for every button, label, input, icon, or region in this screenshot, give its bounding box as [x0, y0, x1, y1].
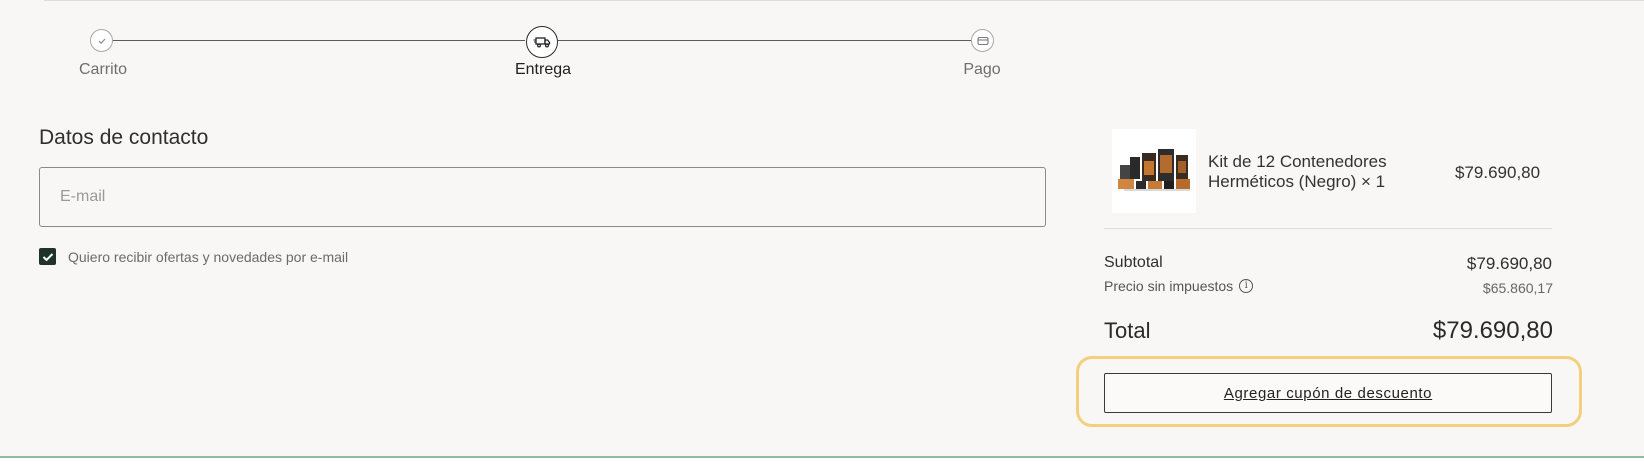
tax-row: Precio sin impuestos i: [1104, 278, 1254, 294]
tax-label: Precio sin impuestos: [1104, 278, 1234, 294]
add-coupon-button[interactable]: Agregar cupón de descuento: [1104, 373, 1552, 413]
subtotal-value: $79.690,80: [1466, 254, 1552, 273]
step-label-pago: Pago: [963, 61, 1001, 78]
subtotal-label: Subtotal: [1104, 254, 1163, 271]
step-entrega-circle[interactable]: [526, 26, 558, 58]
step-label-entrega: Entrega: [514, 61, 572, 78]
email-field[interactable]: [39, 167, 1046, 227]
step-label-carrito: Carrito: [78, 61, 128, 78]
checkout-stepper: Carrito Entrega Pago: [0, 0, 1050, 100]
info-icon[interactable]: i: [1239, 279, 1254, 293]
newsletter-label[interactable]: Quiero recibir ofertas y novedades por e…: [68, 249, 348, 265]
contact-section-title: Datos de contacto: [39, 126, 209, 149]
card-icon: [976, 36, 989, 45]
step-carrito-circle[interactable]: [90, 29, 113, 52]
total-value: $79.690,80: [1432, 317, 1553, 344]
product-price: $79.690,80: [1455, 163, 1541, 182]
stepper-line-1: [110, 40, 525, 41]
product-name: Kit de 12 Contenedores Herméticos (Negro…: [1208, 152, 1387, 191]
check-icon: [98, 38, 105, 44]
checkmark-icon: [42, 252, 53, 261]
total-label: Total: [1104, 318, 1151, 343]
page-footer-edge: [0, 458, 1644, 466]
stepper-line-2: [558, 40, 971, 41]
product-thumbnail: [1112, 129, 1196, 213]
step-pago-circle[interactable]: [971, 29, 994, 52]
newsletter-option[interactable]: Quiero recibir ofertas y novedades por e…: [39, 248, 348, 265]
tax-value: $65.860,17: [1482, 280, 1553, 296]
container-kit-image: [1118, 149, 1190, 191]
summary-divider: [1104, 228, 1552, 229]
truck-icon: [533, 37, 551, 48]
newsletter-checkbox[interactable]: [39, 248, 56, 265]
